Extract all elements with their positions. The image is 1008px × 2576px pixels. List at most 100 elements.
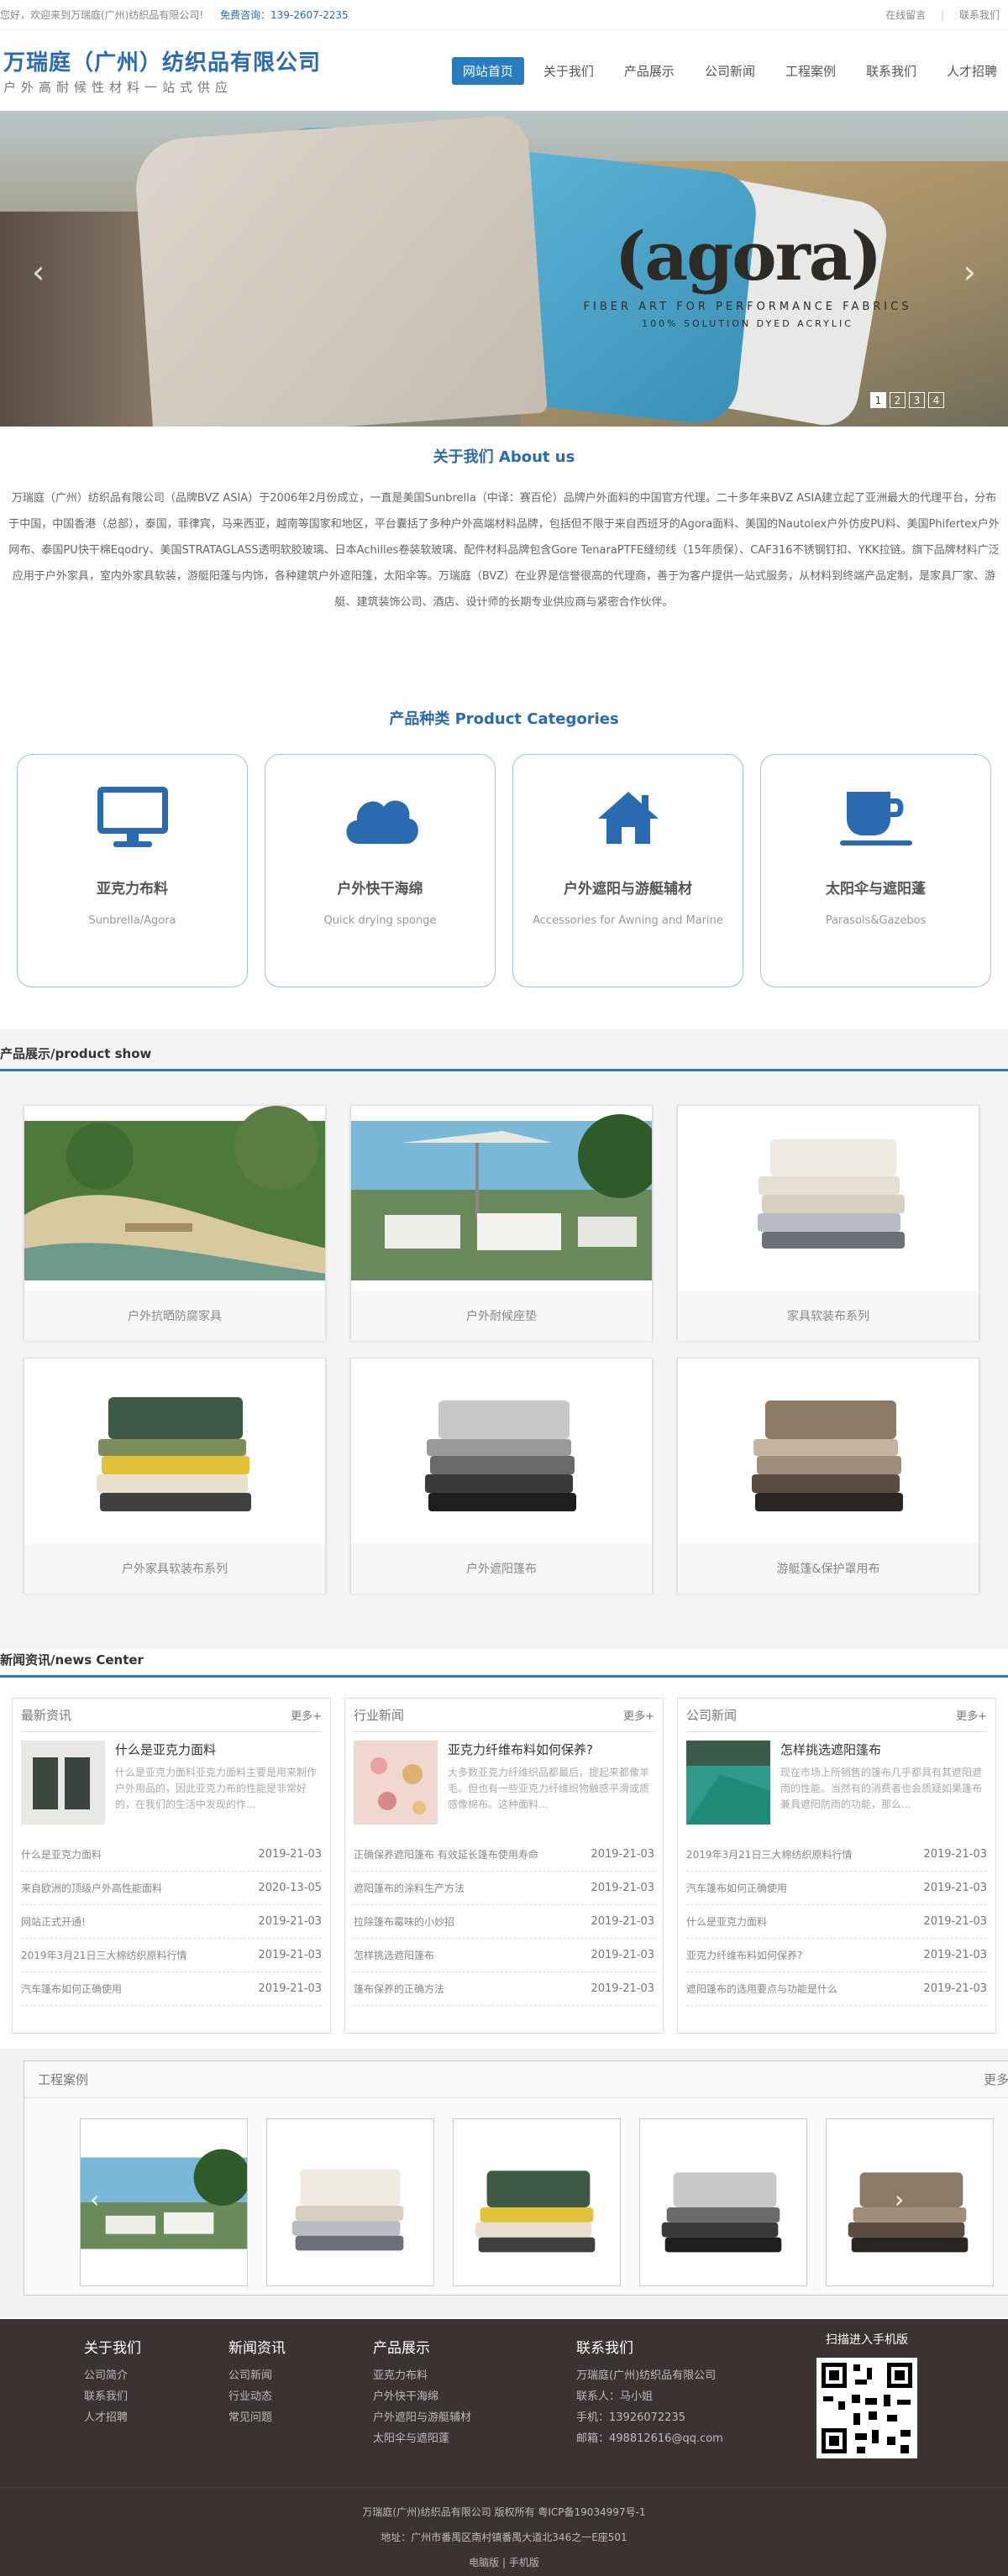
news-section-title: 新闻资讯/news Center [0, 1636, 1008, 1678]
more-link[interactable]: 更多+ [291, 1707, 322, 1723]
product-caption: 户外抗晒防腐家具 [24, 1291, 325, 1341]
categories-section: 产品种类 Product Categories 亚克力布料 Sunbrella/… [0, 707, 1008, 987]
monitor-icon [18, 780, 247, 856]
nav-cases[interactable]: 工程案例 [774, 57, 847, 85]
news-item[interactable]: 汽车篷布如何正确使用 2019-21-03 [21, 1972, 322, 2006]
product-card[interactable]: 户外抗晒防腐家具 [24, 1105, 326, 1341]
news-item-date: 2019-21-03 [258, 1982, 322, 1995]
product-card[interactable]: 户外家具软装布系列 [24, 1358, 326, 1594]
news-feature[interactable]: 怎样挑选遮阳篷布 现在市场上所销售的篷布几乎都具有其遮阳遮雨的性能。当然有的消费者… [686, 1732, 987, 1838]
banner-prev-arrow[interactable]: ‹ [32, 254, 45, 291]
category-card-parasol[interactable]: 太阳伞与遮阳蓬 Parasols&Gazebos [760, 754, 991, 987]
top-separator: | [941, 9, 945, 21]
nav-products[interactable]: 产品展示 [613, 57, 685, 85]
footer-link[interactable]: 人才招聘 [84, 2407, 228, 2428]
slide-dot-2[interactable]: 2 [890, 392, 906, 408]
product-image-awning-fabric [351, 1359, 652, 1543]
category-card-sponge[interactable]: 户外快干海绵 Quick drying sponge [265, 754, 496, 987]
footer-products-title: 产品展示 [373, 2340, 430, 2357]
product-card[interactable]: 户外耐候座垫 [350, 1105, 653, 1341]
about-text: 万瑞庭（广州）纺织品有限公司（品牌BVZ ASIA）于2006年2月份成立，一直… [8, 492, 1000, 609]
footer-link[interactable]: 联系我们 [84, 2386, 228, 2407]
product-card[interactable]: 家具软装布系列 [677, 1105, 979, 1341]
news-item[interactable]: 拉除篷布霉味的小妙招 2019-21-03 [354, 1905, 654, 1939]
news-item-title: 汽车篷布如何正确使用 [21, 1983, 123, 1995]
category-en: Sunbrella/Agora [88, 914, 176, 927]
cases-prev-arrow[interactable]: ‹ [90, 2186, 99, 2213]
product-caption: 游艇篷&保护罩用布 [678, 1543, 979, 1594]
product-card[interactable]: 游艇篷&保护罩用布 [677, 1358, 979, 1594]
news-item[interactable]: 来自欧洲的顶级户外高性能面料 2020-13-05 [21, 1872, 322, 1905]
top-links: 在线留言 | 联系我们 [874, 8, 1000, 22]
news-feature-thumb [354, 1741, 438, 1825]
footer-link[interactable]: 公司简介 [84, 2365, 228, 2386]
qr-code-icon[interactable] [816, 2358, 917, 2458]
more-link[interactable]: 更多+ [623, 1707, 654, 1723]
news-item[interactable]: 2019年3月21日三大棉纺织原料行情 2019-21-03 [686, 1838, 987, 1872]
news-column-title: 最新资讯 [21, 1708, 72, 1723]
news-item[interactable]: 什么是亚克力面料 2019-21-03 [21, 1838, 322, 1872]
product-caption: 户外耐候座垫 [351, 1291, 652, 1341]
news-item[interactable]: 亚克力纤维布料如何保养? 2019-21-03 [686, 1939, 987, 1972]
footer-columns: 关于我们 公司简介 联系我们 人才招聘 新闻资讯 公司新闻 行业动态 常见问题 … [84, 2336, 795, 2449]
contact-link[interactable]: 联系我们 [959, 9, 1000, 21]
news-item-date: 2020-13-05 [258, 1882, 322, 1894]
news-feature-title: 什么是亚克力面料 [115, 1742, 217, 1757]
footer-link[interactable]: 户外遮阳与游艇辅材 [373, 2407, 576, 2428]
news-item[interactable]: 2019年3月21日三大棉纺织原料行情 2019-21-03 [21, 1939, 322, 1972]
news-item[interactable]: 汽车篷布如何正确使用 2019-21-03 [686, 1872, 987, 1905]
cases-more-link[interactable]: 更多 [984, 2071, 1008, 2088]
case-item[interactable] [80, 2118, 248, 2286]
news-feature[interactable]: 亚克力纤维布料如何保养? 大多数亚克力纤维织品都最后，提起来都像羊毛。但也有一些亚… [354, 1732, 654, 1838]
nav-news[interactable]: 公司新闻 [694, 57, 766, 85]
banner-next-arrow[interactable]: › [963, 254, 976, 291]
footer-link[interactable]: 太阳伞与遮阳蓬 [373, 2428, 576, 2449]
nav-home[interactable]: 网站首页 [451, 56, 524, 85]
news-item[interactable]: 什么是亚克力面料 2019-21-03 [686, 1905, 987, 1939]
nav-contact[interactable]: 联系我们 [855, 57, 927, 85]
news-item[interactable]: 遮阳篷布的选用要点与功能是什么 2019-21-03 [686, 1972, 987, 2006]
mobile-version-link[interactable]: 手机版 [509, 2557, 539, 2568]
cases-next-arrow[interactable]: › [895, 2186, 904, 2213]
product-card[interactable]: 户外遮阳篷布 [350, 1358, 653, 1594]
footer-link[interactable]: 公司新闻 [228, 2365, 373, 2386]
product-image-sofa [351, 1106, 652, 1291]
news-feature[interactable]: 什么是亚克力面料 什么是亚克力面料亚克力面料主要是用来制作户外用品的，因此亚克力布… [21, 1732, 322, 1838]
news-item[interactable]: 怎样挑选遮阳篷布 2019-21-03 [354, 1939, 654, 1972]
case-item[interactable] [639, 2118, 807, 2286]
case-item[interactable] [453, 2118, 621, 2286]
footer-qr: 扫描进入手机版 [816, 2331, 917, 2462]
footer-email: 邮箱：498812616@qq.com [576, 2432, 723, 2445]
hero-banner[interactable]: (agora) FIBER ART FOR PERFORMANCE FABRIC… [0, 111, 1008, 427]
nav-about[interactable]: 关于我们 [533, 57, 605, 85]
news-item[interactable]: 网站正式开通! 2019-21-03 [21, 1905, 322, 1939]
header: 万瑞庭（广州）纺织品有限公司 户外高耐候性材料一站式供应 网站首页 关于我们 产… [0, 30, 1008, 111]
more-link[interactable]: 更多+ [956, 1707, 987, 1723]
copyright: 万瑞庭(广州)纺织品有限公司 版权所有 粤ICP备19034997号-1 [362, 2506, 646, 2518]
news-item[interactable]: 正确保养遮阳篷布 有效延长篷布使用寿命 2019-21-03 [354, 1838, 654, 1872]
category-card-accessories[interactable]: 户外遮阳与游艇辅材 Accessories for Awning and Mar… [512, 754, 743, 987]
news-item-date: 2019-21-03 [923, 1882, 987, 1894]
footer-link[interactable]: 户外快干海绵 [373, 2386, 576, 2407]
news-item-date: 2019-21-03 [591, 1949, 654, 1961]
case-item[interactable] [266, 2118, 434, 2286]
product-caption: 家具软装布系列 [678, 1291, 979, 1341]
news-item-title: 亚克力纤维布料如何保养? [686, 1950, 803, 1961]
product-image-fabric-stack [678, 1106, 979, 1291]
nav-jobs[interactable]: 人才招聘 [936, 57, 1008, 85]
category-card-acrylic[interactable]: 亚克力布料 Sunbrella/Agora [17, 754, 248, 987]
slide-dot-3[interactable]: 3 [909, 392, 925, 408]
news-item-title: 拉除篷布霉味的小妙招 [354, 1916, 455, 1928]
footer-link[interactable]: 常见问题 [228, 2407, 373, 2428]
logo[interactable]: 万瑞庭（广州）纺织品有限公司 户外高耐候性材料一站式供应 [3, 45, 321, 96]
slide-dot-1[interactable]: 1 [870, 392, 886, 408]
online-message-link[interactable]: 在线留言 [885, 9, 926, 21]
news-item[interactable]: 篷布保养的正确方法 2019-21-03 [354, 1972, 654, 2006]
slide-dot-4[interactable]: 4 [928, 392, 944, 408]
footer-link[interactable]: 亚克力布料 [373, 2365, 576, 2386]
news-item[interactable]: 遮阳篷布的涂料生产方法 2019-21-03 [354, 1872, 654, 1905]
news-feature-title: 怎样挑选遮阳篷布 [780, 1742, 882, 1757]
case-item[interactable] [826, 2118, 994, 2286]
footer-link[interactable]: 行业动态 [228, 2386, 373, 2407]
pc-version-link[interactable]: 电脑版 [469, 2557, 499, 2568]
